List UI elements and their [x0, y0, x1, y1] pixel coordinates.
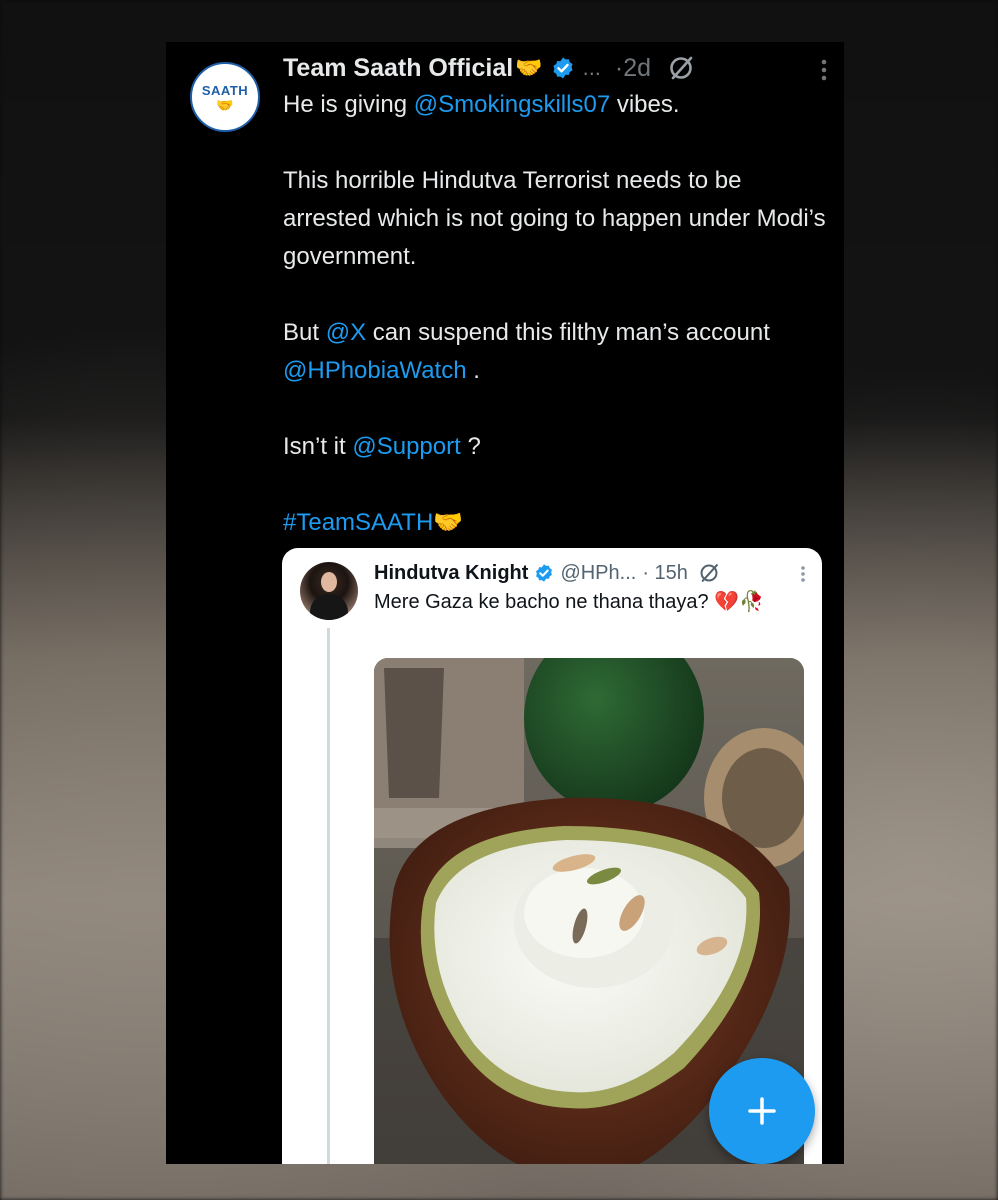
- tweet-card[interactable]: SAATH 🤝 Team Saath Official 🤝 ... ·2d He…: [166, 42, 844, 1164]
- hashtag-link[interactable]: #TeamSAATH: [283, 509, 433, 536]
- tweet-paragraph-4: Isn’t it @Support ?: [283, 433, 481, 460]
- handshake-icon: 🤝: [216, 96, 234, 113]
- tweet-header: Team Saath Official 🤝 ... ·2d: [283, 48, 833, 88]
- tweet-line-1: He is giving @Smokingskills07 vibes.: [283, 91, 680, 118]
- mention-link[interactable]: @X: [326, 319, 366, 346]
- grok-icon[interactable]: [667, 54, 695, 82]
- quoted-avatar[interactable]: [300, 562, 358, 620]
- hashtag-emoji: 🤝: [433, 509, 464, 536]
- display-name[interactable]: Team Saath Official: [283, 54, 513, 83]
- quoted-text: Mere Gaza ke bacho ne thana thaya? 💔🥀: [374, 591, 765, 613]
- tweet-text: He is giving @Smokingskills07 vibes. Thi…: [283, 86, 828, 542]
- more-vertical-icon[interactable]: [817, 56, 831, 84]
- thread-line: [327, 628, 330, 1164]
- timestamp[interactable]: ·2d: [615, 54, 651, 83]
- more-vertical-icon[interactable]: [798, 564, 808, 584]
- mention-link[interactable]: @HPhobiaWatch: [283, 357, 467, 384]
- hashtag-line: #TeamSAATH🤝: [283, 504, 828, 542]
- name-emoji: 🤝: [515, 55, 543, 80]
- compose-button[interactable]: [709, 1058, 815, 1164]
- avatar[interactable]: SAATH 🤝: [190, 62, 260, 132]
- quoted-handle[interactable]: @HPh...: [560, 562, 636, 585]
- tweet-paragraph-3: But @X can suspend this filthy man’s acc…: [283, 319, 770, 384]
- verified-badge-icon[interactable]: [551, 56, 575, 80]
- quoted-header: Hindutva Knight @HPh... · 15h: [374, 558, 814, 588]
- tweet-paragraph-2: This horrible Hindutva Terrorist needs t…: [283, 167, 826, 270]
- mention-link[interactable]: @Smokingskills07: [414, 91, 610, 118]
- avatar-logo-text: SAATH: [201, 82, 249, 98]
- verified-badge-icon[interactable]: [534, 563, 554, 583]
- handle[interactable]: ...: [583, 55, 601, 81]
- quoted-timestamp[interactable]: · 15h: [642, 562, 688, 585]
- plus-icon: [748, 1097, 776, 1125]
- mention-link[interactable]: @Support: [352, 433, 460, 460]
- quoted-display-name[interactable]: Hindutva Knight: [374, 562, 528, 585]
- grok-icon[interactable]: [698, 562, 720, 584]
